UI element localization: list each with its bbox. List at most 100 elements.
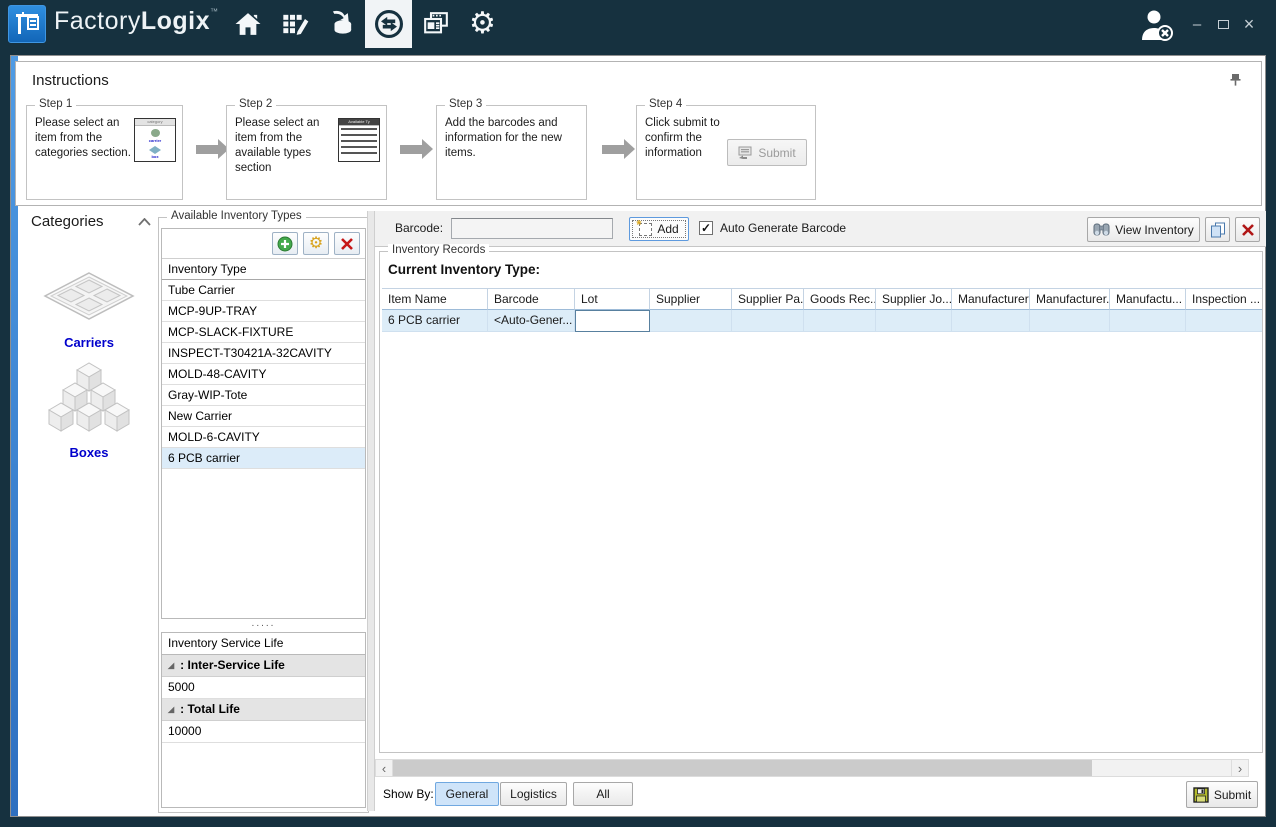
- record-cell[interactable]: [804, 310, 876, 332]
- column-header[interactable]: Supplier: [650, 288, 732, 310]
- service-life-group[interactable]: ◢: Inter-Service Life: [162, 655, 365, 677]
- close-icon: ×: [1244, 14, 1255, 35]
- record-cell[interactable]: [952, 310, 1030, 332]
- category-item-carriers[interactable]: Carriers: [19, 269, 159, 350]
- type-row[interactable]: New Carrier: [162, 406, 365, 427]
- instructions-panel: Instructions Step 1 Please select an ite…: [15, 61, 1262, 206]
- service-life-value[interactable]: 10000: [162, 721, 365, 743]
- maximize-button[interactable]: [1210, 9, 1236, 39]
- footer-bar: Show By: General Logistics All Submit: [375, 779, 1266, 811]
- type-row[interactable]: Tube Carrier: [162, 280, 365, 301]
- step-submit-label: Submit: [758, 146, 795, 160]
- type-row[interactable]: INSPECT-T30421A-32CAVITY: [162, 343, 365, 364]
- title-bar: FactoryLogix™: [0, 0, 1276, 48]
- add-record-button[interactable]: * Add: [629, 217, 689, 241]
- barcode-label: Barcode:: [395, 221, 443, 235]
- type-row-selected[interactable]: 6 PCB carrier: [162, 448, 365, 469]
- nav-exchange-icon[interactable]: [365, 0, 412, 48]
- record-cell[interactable]: [876, 310, 952, 332]
- delete-x-icon: [1241, 223, 1255, 237]
- nav-warehouse-icon[interactable]: [318, 0, 365, 48]
- record-cell[interactable]: [732, 310, 804, 332]
- column-header[interactable]: Inspection ...: [1186, 288, 1262, 310]
- close-button[interactable]: ×: [1236, 9, 1262, 39]
- service-life-header[interactable]: Inventory Service Life: [162, 633, 365, 655]
- column-header[interactable]: Manufacturer: [952, 288, 1030, 310]
- record-cell-item-name[interactable]: 6 PCB carrier: [382, 310, 488, 332]
- show-by-logistics-button[interactable]: Logistics: [500, 782, 567, 806]
- category-item-boxes[interactable]: Boxes: [19, 361, 159, 460]
- delete-record-button[interactable]: [1235, 217, 1260, 242]
- type-row[interactable]: Gray-WIP-Tote: [162, 385, 365, 406]
- app-title: FactoryLogix™: [54, 7, 219, 36]
- step-2-label: Step 2: [235, 98, 276, 110]
- app-logo-icon: [8, 5, 46, 43]
- record-cell[interactable]: [1110, 310, 1186, 332]
- available-types-panel: Available Inventory Types ⚙ Inventory Ty…: [158, 217, 369, 813]
- vertical-splitter[interactable]: [367, 211, 375, 811]
- collapse-chevron-icon[interactable]: [138, 218, 151, 226]
- column-header[interactable]: Item Name: [382, 288, 488, 310]
- service-life-group[interactable]: ◢: Total Life: [162, 699, 365, 721]
- user-logout-icon[interactable]: [1138, 8, 1178, 42]
- nav-reports-icon[interactable]: [412, 0, 459, 48]
- horizontal-scrollbar[interactable]: ‹ ›: [375, 759, 1249, 777]
- categories-panel: Categories Carriers: [19, 211, 159, 811]
- step-2-box: Step 2 Please select an item from the av…: [226, 105, 387, 200]
- copy-record-button[interactable]: [1205, 217, 1230, 242]
- instructions-title: Instructions: [32, 72, 109, 89]
- minimize-icon: –: [1193, 16, 1201, 33]
- step-2-thumbnail: Available Ty: [338, 118, 380, 162]
- scroll-left-button[interactable]: ‹: [376, 760, 393, 776]
- copy-icon: [1210, 222, 1226, 238]
- brand-bold: Logix: [141, 7, 210, 35]
- record-row[interactable]: 6 PCB carrier <Auto-Gener...: [382, 310, 1262, 332]
- record-cell-lot-focused[interactable]: [575, 310, 650, 332]
- nav-production-icon[interactable]: [271, 0, 318, 48]
- column-header[interactable]: Manufactu...: [1110, 288, 1186, 310]
- view-inventory-button[interactable]: View Inventory: [1087, 217, 1200, 242]
- maximize-icon: [1218, 20, 1229, 29]
- type-row[interactable]: MOLD-6-CAVITY: [162, 427, 365, 448]
- category-label: Carriers: [19, 335, 159, 350]
- nav-settings-icon[interactable]: ⚙: [459, 0, 506, 48]
- record-cell[interactable]: [650, 310, 732, 332]
- show-by-general-button[interactable]: General: [435, 782, 499, 806]
- column-header[interactable]: Supplier Jo...: [876, 288, 952, 310]
- column-header[interactable]: Lot: [575, 288, 650, 310]
- column-header[interactable]: Goods Rec...: [804, 288, 876, 310]
- service-life-value[interactable]: 5000: [162, 677, 365, 699]
- column-header[interactable]: Supplier Pa...: [732, 288, 804, 310]
- step-submit-button[interactable]: Submit: [727, 139, 807, 166]
- add-type-button[interactable]: [272, 232, 298, 255]
- minimize-button[interactable]: –: [1184, 9, 1210, 39]
- column-header[interactable]: Manufacturer...: [1030, 288, 1110, 310]
- customize-type-button[interactable]: ⚙: [303, 232, 329, 255]
- step-3-box: Step 3 Add the barcodes and information …: [436, 105, 587, 200]
- horizontal-splitter[interactable]: .....: [161, 620, 366, 632]
- types-column-header[interactable]: Inventory Type: [162, 259, 365, 280]
- barcode-input[interactable]: [451, 218, 613, 239]
- pin-icon[interactable]: [1230, 74, 1241, 86]
- delete-type-button[interactable]: [334, 232, 360, 255]
- window-controls: – ×: [1184, 0, 1262, 48]
- type-row[interactable]: MCP-SLACK-FIXTURE: [162, 322, 365, 343]
- auto-generate-label: Auto Generate Barcode: [720, 221, 846, 235]
- scroll-right-button[interactable]: ›: [1231, 760, 1248, 776]
- type-row[interactable]: MCP-9UP-TRAY: [162, 301, 365, 322]
- step-2-text: Please select an item from the available…: [235, 116, 335, 176]
- add-magic-icon: *: [639, 223, 652, 236]
- record-cell[interactable]: [1030, 310, 1110, 332]
- column-header[interactable]: Barcode: [488, 288, 575, 310]
- step-4-box: Step 4 Click submit to confirm the infor…: [636, 105, 816, 200]
- type-row[interactable]: MOLD-48-CAVITY: [162, 364, 365, 385]
- submit-button[interactable]: Submit: [1186, 781, 1258, 808]
- auto-generate-checkbox[interactable]: ✓: [699, 221, 713, 235]
- record-cell[interactable]: [1186, 310, 1262, 332]
- group-label: : Inter-Service Life: [180, 658, 285, 672]
- nav-home-icon[interactable]: [224, 0, 271, 48]
- show-by-all-button[interactable]: All: [573, 782, 633, 806]
- scrollbar-thumb[interactable]: [393, 760, 1092, 776]
- record-cell-barcode[interactable]: <Auto-Gener...: [488, 310, 575, 332]
- inventory-records-legend: Inventory Records: [388, 244, 489, 256]
